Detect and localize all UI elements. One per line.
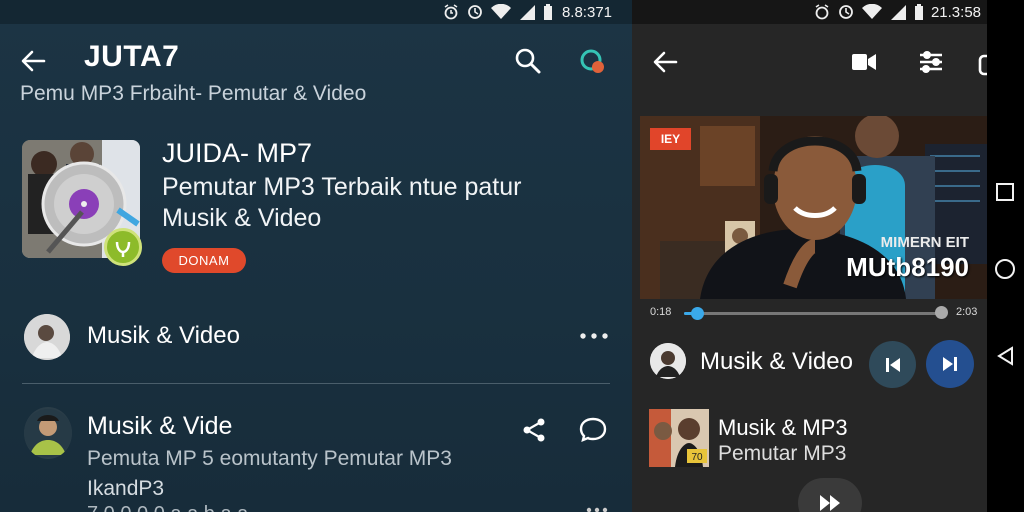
clock-icon	[839, 5, 853, 19]
avatar[interactable]	[24, 407, 72, 459]
page-title: JUTA7	[84, 40, 180, 73]
list-item-description: IkandP3	[87, 477, 165, 500]
list-item-title[interactable]: Musik & Vide	[87, 412, 232, 441]
status-time: 8.8:371	[561, 3, 612, 21]
avatar[interactable]	[650, 343, 686, 379]
back-arrow-icon[interactable]	[18, 46, 48, 76]
live-badge: IEY	[650, 128, 691, 150]
download-button[interactable]: DONAM	[162, 248, 246, 273]
assistant-icon[interactable]	[576, 45, 608, 77]
list-item-title[interactable]: Musik & Video	[87, 322, 240, 350]
battery-icon	[914, 4, 923, 20]
signal-icon	[519, 5, 535, 20]
search-icon[interactable]	[513, 46, 543, 76]
video-caption-small: MIMERN EIT	[880, 234, 969, 251]
app-description: Pemutar MP3 Terbaik ntue patur Musik & V…	[162, 173, 522, 232]
play-button[interactable]	[798, 478, 862, 512]
share-icon[interactable]	[520, 416, 548, 444]
nav-back-icon[interactable]	[995, 345, 1017, 367]
system-nav-bar	[987, 0, 1024, 512]
progress-end-marker	[935, 306, 948, 319]
notification-icon[interactable]: 4	[978, 44, 987, 78]
status-bar: 21.3:58	[632, 0, 987, 24]
user-avatar-icon	[24, 409, 72, 457]
now-playing-title: Musik & Video	[700, 348, 853, 375]
battery-icon	[543, 4, 552, 20]
wifi-icon	[861, 4, 882, 19]
user-avatar-icon	[650, 343, 686, 379]
comment-icon[interactable]	[578, 415, 608, 445]
divider	[22, 383, 610, 384]
left-screen: 8.8:371 JUTA7 Pemu MP3 Frbaiht- Pemutar …	[0, 0, 632, 512]
recent-apps-icon[interactable]	[996, 183, 1014, 201]
wifi-icon	[490, 4, 511, 19]
avatar[interactable]	[24, 314, 70, 360]
status-bar: 8.8:371	[0, 0, 632, 24]
time-current: 0:18	[650, 306, 672, 318]
list-item-description: Pemuta MP 5 eomutanty Pemutar MP3	[87, 447, 452, 470]
page-subtitle: Pemu MP3 Frbaiht- Pemutar & Video	[20, 82, 367, 105]
queue-thumbnail[interactable]: 70	[649, 409, 709, 467]
skip-previous-icon	[885, 357, 900, 372]
more-options-icon[interactable]	[578, 326, 610, 346]
signal-icon	[890, 5, 906, 20]
user-avatar-icon	[24, 314, 70, 360]
alarm-icon	[815, 4, 829, 20]
right-screen: 21.3:58 4 IEY MIMERN EIT	[632, 0, 987, 512]
time-total: 2:03	[956, 306, 978, 318]
play-icon	[820, 495, 840, 511]
queue-thumbnail-label: 70	[691, 452, 703, 463]
video-camera-icon[interactable]	[850, 49, 878, 75]
status-time: 21.3:58	[930, 3, 981, 21]
tune-icon[interactable]	[917, 47, 945, 77]
progress-bar[interactable]	[684, 307, 942, 320]
progress-thumb[interactable]	[690, 307, 704, 320]
back-arrow-icon[interactable]	[650, 47, 680, 77]
next-button[interactable]	[926, 340, 974, 388]
queue-item-subtitle: Pemutar MP3	[718, 442, 847, 465]
clock-icon	[468, 5, 482, 19]
video-caption: MUtb8190	[846, 252, 969, 282]
list-item-description: 7 0 0 0 0 a a b a a	[87, 503, 248, 512]
previous-button[interactable]	[869, 341, 916, 388]
queue-item-title[interactable]: Musik & MP3	[718, 415, 848, 441]
alarm-icon	[444, 4, 458, 20]
app-name: JUIDA- MP7	[162, 138, 313, 168]
home-icon[interactable]	[995, 259, 1015, 279]
skip-next-icon	[943, 357, 957, 371]
video-player[interactable]: IEY MIMERN EIT MUtb8190	[640, 116, 987, 299]
more-options-icon[interactable]	[585, 502, 609, 512]
verified-check-icon	[104, 228, 142, 266]
queue-thumbnail-image: 70	[649, 409, 709, 467]
